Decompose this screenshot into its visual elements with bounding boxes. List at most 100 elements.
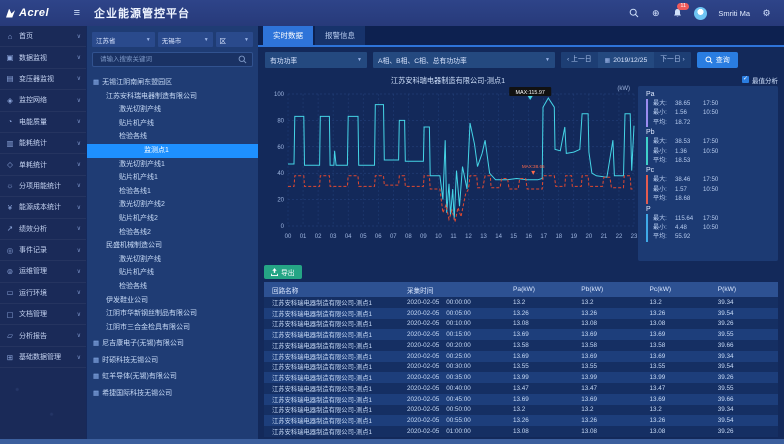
sidebar-item-label: 变压器监视 <box>19 74 73 84</box>
tree-node[interactable]: ▦时硕科技无锡公司 <box>87 354 258 368</box>
tree-search <box>92 52 253 67</box>
tree-node[interactable]: 贴片机产线1 <box>87 171 258 185</box>
tree-node[interactable]: 检验各线 <box>87 130 258 144</box>
energy-cost-icon: ¥ <box>5 203 15 212</box>
query-button[interactable]: 查询 <box>697 52 738 68</box>
tree-node[interactable]: 检验各线 <box>87 280 258 294</box>
tree-node[interactable]: ▦尼吉康电子(无锡)有限公司 <box>87 337 258 351</box>
column-header: Pc(kW) <box>642 286 710 293</box>
tree-node[interactable]: 激光切割产线 <box>87 253 258 267</box>
sidebar-item-1[interactable]: ▣数据监视∨ <box>0 47 86 68</box>
cell-value: 13.2 <box>573 299 641 306</box>
export-button[interactable]: 导出 <box>264 265 302 279</box>
table-row: 江苏安科瑞电器制造有限公司-测点12020-02-0500:15:0013.69… <box>264 329 778 340</box>
tree-node-label: 伊发鞋业公司 <box>106 297 148 304</box>
sidebar-item-9[interactable]: ↗绩效分析∨ <box>0 219 86 240</box>
tree-node[interactable]: 贴片机产线 <box>87 117 258 131</box>
chevron-down-icon: ∨ <box>77 140 81 147</box>
cell-circuit-name: 江苏安科瑞电器制造有限公司-测点1 <box>264 405 399 414</box>
tree-node[interactable]: 民盛机械制造公司 <box>87 239 258 253</box>
tree-node-label: 检验各线1 <box>119 188 151 195</box>
circle-plus-icon[interactable]: ⊕ <box>650 8 661 19</box>
gear-icon[interactable]: ⚙ <box>761 8 772 19</box>
svg-text:14: 14 <box>495 234 502 240</box>
tree-node[interactable]: 检验各线1 <box>87 185 258 199</box>
tree-node[interactable]: 江阴市三合金检具有限公司 <box>87 321 258 335</box>
tree-node[interactable]: 激光切割产线2 <box>87 198 258 212</box>
sidebar-item-7[interactable]: ☼分项用能统计∨ <box>0 176 86 197</box>
parameter-select[interactable]: 有功功率▼ <box>265 52 367 68</box>
stat-line: 最大:38.5317:50 <box>653 137 770 146</box>
svg-text:09: 09 <box>420 234 427 240</box>
sidebar-item-11[interactable]: ⊚运维管理∨ <box>0 261 86 282</box>
tree-search-input[interactable] <box>98 55 238 64</box>
bell-icon[interactable]: 11 <box>672 8 683 19</box>
sidebar-item-12[interactable]: ▭运行环境∨ <box>0 283 86 304</box>
tree-node[interactable]: 检验各线2 <box>87 226 258 240</box>
search-icon[interactable] <box>628 8 639 19</box>
sidebar-item-13[interactable]: ▢文档管理∨ <box>0 304 86 325</box>
svg-text:03: 03 <box>330 234 337 240</box>
tree-node[interactable]: ▦无锡江阴南闸东盟园区 <box>87 76 258 90</box>
table-row: 江苏安科瑞电器制造有限公司-测点12020-02-0500:25:0013.69… <box>264 351 778 362</box>
region-select-label: 无锡市 <box>162 35 182 45</box>
sidebar-item-label: 电能质量 <box>19 117 73 127</box>
sidebar-item-5[interactable]: ▥能耗统计∨ <box>0 133 86 154</box>
date-picker[interactable]: ▦2019/12/25 <box>598 52 655 68</box>
tree-node[interactable]: 激光切割产线 <box>87 103 258 117</box>
chart-box: 江苏安科瑞电器制造有限公司-测点1 (kW) 02040608010000010… <box>264 73 632 261</box>
sidebar-item-2[interactable]: ▤变压器监视∨ <box>0 69 86 90</box>
cell-value: 39.34 <box>710 353 778 360</box>
table-row: 江苏安科瑞电器制造有限公司-测点12020-02-0500:30:0013.55… <box>264 362 778 373</box>
export-row: 导出 <box>264 261 778 282</box>
tree-node-label: 检验各线2 <box>119 229 151 236</box>
region-select-2[interactable]: 区▼ <box>216 32 253 47</box>
sidebar-item-10[interactable]: ◎事件记录∨ <box>0 240 86 261</box>
sidebar-item-15[interactable]: ⊞基础数据管理∨ <box>0 347 86 368</box>
cell-circuit-name: 江苏安科瑞电器制造有限公司-测点1 <box>264 341 399 350</box>
sidebar-item-6[interactable]: ◇单耗统计∨ <box>0 154 86 175</box>
next-day-button[interactable]: 下一日 › <box>654 52 691 68</box>
svg-text:12: 12 <box>465 234 472 240</box>
sidebar-item-8[interactable]: ¥能源成本统计∨ <box>0 197 86 218</box>
sidebar-menu: ⌂首页∨▣数据监视∨▤变压器监视∨◈监控网络∨◔电能质量∨▥能耗统计∨◇单耗统计… <box>0 26 86 439</box>
prev-day-button[interactable]: ‹ 上一日 <box>561 52 598 68</box>
cell-value: 13.26 <box>642 310 710 317</box>
tree-node[interactable]: 贴片机产线 <box>87 266 258 280</box>
svg-text:MAX:38.65: MAX:38.65 <box>522 164 545 169</box>
tree-node-label: 激光切割产线1 <box>119 161 165 168</box>
tree-node[interactable]: 激光切割产线1 <box>87 158 258 172</box>
cell-collect-time: 2020-02-0500:35:00 <box>399 374 505 381</box>
tab-实时数据[interactable]: 实时数据 <box>263 26 313 45</box>
sidebar-item-4[interactable]: ◔电能质量∨ <box>0 112 86 133</box>
max-analysis-checkbox[interactable]: ✓ 最值分析 <box>638 73 778 86</box>
extremes-panel: Pa最大:38.6517:50最小:1.5610:50平均:18.72Pb最大:… <box>638 86 778 261</box>
data-table-section: 导出 回路名称采集时间Pa(kW)Pb(kW)Pc(kW)P(kW) 江苏安科瑞… <box>258 261 784 439</box>
sidebar-item-14[interactable]: ▱分析报告∨ <box>0 325 86 346</box>
stat-group-name: P <box>646 206 770 213</box>
phase-select[interactable]: A相、B相、C相、总有功功率▼ <box>373 52 555 68</box>
tab-报警信息[interactable]: 报警信息 <box>315 26 365 45</box>
cell-value: 13.26 <box>505 417 573 424</box>
sidebar-item-3[interactable]: ◈监控网络∨ <box>0 90 86 111</box>
cell-value: 13.69 <box>573 396 641 403</box>
tree-node-label: 贴片机产线 <box>119 120 154 127</box>
stat-group-name: Pb <box>646 129 770 136</box>
avatar[interactable] <box>694 7 707 20</box>
menu-collapse-icon[interactable]: ≡ <box>74 7 80 19</box>
tree-node[interactable]: ▦希捷国际科技无锡公司 <box>87 387 258 401</box>
tree-node[interactable]: 江苏安科瑞电器制造有限公司 <box>87 90 258 104</box>
horizontal-scrollbar[interactable] <box>0 439 784 444</box>
region-select-0[interactable]: 江苏省▼ <box>92 32 155 47</box>
tree-node[interactable]: 贴片机产线2 <box>87 212 258 226</box>
search-icon[interactable] <box>238 55 247 64</box>
region-select-1[interactable]: 无锡市▼ <box>158 32 213 47</box>
sidebar-item-0[interactable]: ⌂首页∨ <box>0 26 86 47</box>
svg-text:60: 60 <box>277 145 284 151</box>
tree-node[interactable]: 监测点1 <box>87 144 258 158</box>
column-header: Pb(kW) <box>573 286 641 293</box>
table-row: 江苏安科瑞电器制造有限公司-测点12020-02-0500:45:0013.69… <box>264 394 778 405</box>
tree-node[interactable]: 江阴市华新钢丝制品有限公司 <box>87 307 258 321</box>
tree-node[interactable]: ▦虹羊导体(无锡)有限公司 <box>87 370 258 384</box>
tree-node[interactable]: 伊发鞋业公司 <box>87 294 258 308</box>
